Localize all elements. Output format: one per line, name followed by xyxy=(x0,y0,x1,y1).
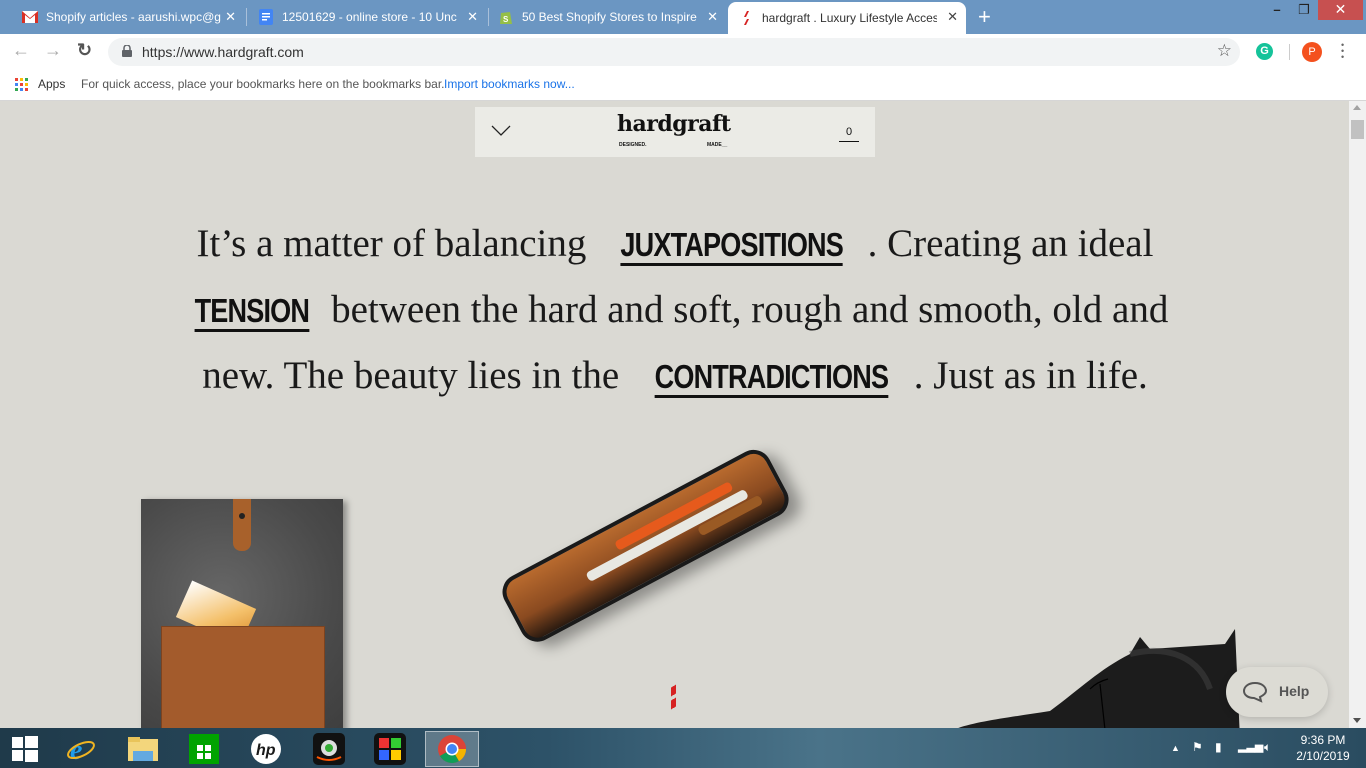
webcam-icon[interactable] xyxy=(307,731,351,767)
clock-date: 2/10/2019 xyxy=(1296,749,1350,763)
internet-explorer-icon[interactable]: e xyxy=(59,731,103,767)
quote-text: . Just as in life. xyxy=(913,354,1148,397)
tagline-designed: DESIGNED. xyxy=(619,142,647,148)
chrome-icon[interactable] xyxy=(425,731,479,767)
tab-divider xyxy=(488,8,489,26)
system-clock[interactable]: 9:36 PM 2/10/2019 xyxy=(1288,732,1358,764)
battery-icon[interactable]: ▮ xyxy=(1215,740,1222,754)
gmail-icon xyxy=(22,9,38,25)
clock-time: 9:36 PM xyxy=(1300,733,1346,747)
tab-shopify[interactable]: S 50 Best Shopify Stores to Inspire ✕ xyxy=(490,0,726,34)
browser-menu-icon[interactable]: • • • xyxy=(1341,41,1345,62)
restore-button[interactable]: ❐ xyxy=(1290,0,1318,20)
product-leather-pencil-case[interactable] xyxy=(496,443,795,648)
product-felt-laptop-sleeve[interactable] xyxy=(141,499,343,728)
orange-pen xyxy=(614,481,734,551)
leather-pocket xyxy=(161,626,325,728)
scroll-down-arrow[interactable] xyxy=(1353,718,1361,723)
svg-text:S: S xyxy=(503,15,509,24)
bookmarks-bar: Apps For quick access, place your bookma… xyxy=(0,70,1366,101)
apps-shortcut[interactable]: Apps xyxy=(38,77,65,91)
file-explorer-icon[interactable] xyxy=(121,731,165,767)
quote-line-2: TENSION between the hard and soft, rough… xyxy=(100,277,1250,343)
minimize-button[interactable]: – xyxy=(1262,0,1292,20)
tagline-made: MADE__ xyxy=(707,142,728,148)
address-bar[interactable]: https://www.hardgraft.com ☆ xyxy=(108,38,1240,66)
hp-icon[interactable]: hp xyxy=(244,731,288,767)
hardgraft-red-mark xyxy=(671,684,676,712)
apps-grid-icon[interactable] xyxy=(15,78,28,91)
close-tab-icon[interactable]: ✕ xyxy=(707,9,718,25)
show-hidden-icons[interactable]: ▲ xyxy=(1171,743,1180,753)
url-text[interactable]: https://www.hardgraft.com xyxy=(142,44,304,60)
quote-text: between the hard and soft, rough and smo… xyxy=(321,288,1169,331)
help-label: Help xyxy=(1279,683,1310,699)
help-chat-button[interactable]: Help xyxy=(1226,667,1328,717)
chat-bubble-icon xyxy=(1242,681,1268,703)
tab-title: 50 Best Shopify Stores to Inspire xyxy=(522,10,697,24)
volume-icon[interactable]: 🔈︎ xyxy=(1264,740,1271,755)
quote-line-3: new. The beauty lies in the CONTRADICTIO… xyxy=(100,343,1250,409)
leather-strap xyxy=(233,499,251,551)
action-center-flag-icon[interactable]: ⚑ xyxy=(1192,740,1203,754)
site-logo[interactable]: hardgraft xyxy=(617,111,731,137)
network-signal-icon[interactable]: ▂▃▅ xyxy=(1238,740,1263,753)
brand-quote: It’s a matter of balancing JUXTAPOSITION… xyxy=(100,211,1250,409)
back-button[interactable]: ← xyxy=(12,40,30,61)
page-scrollbar[interactable] xyxy=(1349,101,1366,728)
quote-line-1: It’s a matter of balancing JUXTAPOSITION… xyxy=(100,211,1250,277)
site-header: hardgraft DESIGNED. MADE__ 0 xyxy=(475,107,875,157)
windows-taskbar: e hp ▲ ⚑ ▮ ▂▃▅ 🔈︎ 9:36 PM 2/10/2019 xyxy=(0,728,1366,768)
tab-google-docs[interactable]: 12501629 - online store - 10 Unc ✕ xyxy=(248,0,486,34)
hardgraft-icon xyxy=(738,10,754,26)
tab-divider xyxy=(246,8,247,26)
scroll-thumb[interactable] xyxy=(1351,120,1364,139)
tab-title: 12501629 - online store - 10 Unc xyxy=(282,10,457,24)
shopify-icon: S xyxy=(498,9,514,25)
close-tab-icon[interactable]: ✕ xyxy=(467,9,478,25)
keyword-tension: TENSION xyxy=(194,293,310,332)
new-tab-button[interactable]: + xyxy=(978,4,991,30)
lock-icon xyxy=(122,45,132,57)
quote-text: new. The beauty lies in the xyxy=(202,354,629,397)
quote-text: It’s a matter of balancing xyxy=(196,222,597,265)
browser-toolbar: ← → ↻ https://www.hardgraft.com ☆ xyxy=(0,34,1366,70)
cart-count[interactable]: 0 xyxy=(839,126,859,142)
browser-titlebar: Shopify articles - aarushi.wpc@gmail.com… xyxy=(0,0,1366,34)
windows-store-icon[interactable] xyxy=(182,731,226,767)
window-close-button[interactable]: ✕ xyxy=(1318,0,1363,20)
forward-button[interactable]: → xyxy=(44,40,62,61)
product-black-leather-boot[interactable] xyxy=(940,629,1240,728)
chevron-down-icon[interactable] xyxy=(491,125,511,137)
quote-text: . Creating an ideal xyxy=(867,222,1154,265)
bookmarks-hint: For quick access, place your bookmarks h… xyxy=(81,77,445,91)
toolbar-divider xyxy=(1289,44,1290,60)
puzzle-app-icon[interactable] xyxy=(368,731,412,767)
bookmark-star-icon[interactable]: ☆ xyxy=(1217,41,1232,61)
import-bookmarks-link[interactable]: Import bookmarks now... xyxy=(444,77,575,91)
tab-hardgraft[interactable]: hardgraft . Luxury Lifestyle Accessories… xyxy=(728,2,966,34)
tab-title: hardgraft . Luxury Lifestyle Accessories xyxy=(762,11,937,25)
keyword-juxtapositions: JUXTAPOSITIONS xyxy=(620,227,844,266)
windows-start-icon[interactable] xyxy=(3,731,47,767)
white-pen xyxy=(585,488,750,583)
page-viewport: hardgraft DESIGNED. MADE__ 0 It’s a matt… xyxy=(0,101,1349,728)
svg-text:hp: hp xyxy=(256,742,276,759)
reload-button[interactable]: ↻ xyxy=(77,40,92,61)
tab-gmail[interactable]: Shopify articles - aarushi.wpc@gmail.com… xyxy=(12,0,244,34)
grammarly-extension-icon[interactable]: G xyxy=(1256,43,1273,60)
keyword-contradictions: CONTRADICTIONS xyxy=(654,359,889,398)
profile-avatar[interactable]: P xyxy=(1302,42,1322,62)
tab-title: Shopify articles - aarushi.wpc@gmail.com xyxy=(46,10,221,24)
close-tab-icon[interactable]: ✕ xyxy=(947,9,958,25)
scroll-up-arrow[interactable] xyxy=(1353,105,1361,110)
google-docs-icon xyxy=(258,9,274,25)
close-tab-icon[interactable]: ✕ xyxy=(225,9,236,25)
